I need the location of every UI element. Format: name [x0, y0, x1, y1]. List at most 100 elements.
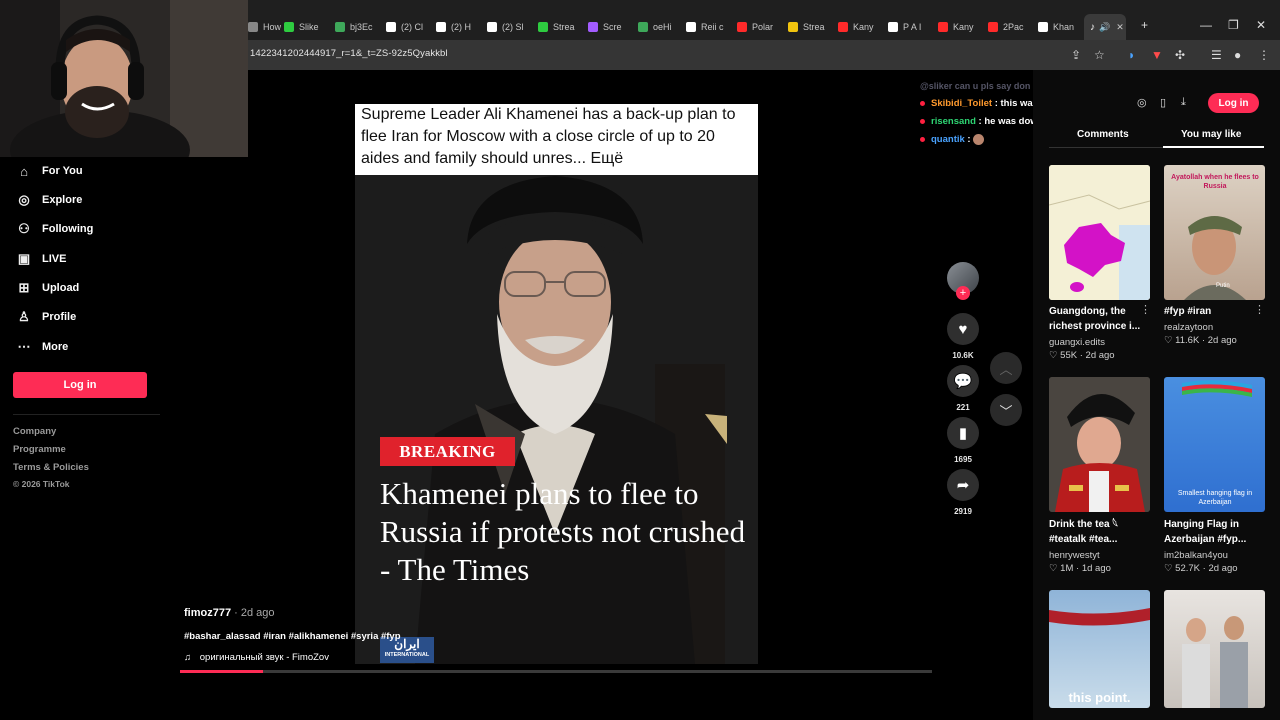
browser-tab[interactable]: P A I — [888, 18, 934, 36]
card-age: 2d ago — [1208, 563, 1238, 574]
sidebar-item-profile[interactable]: ♙ Profile — [16, 309, 76, 325]
browser-tab[interactable]: bj3Ec — [335, 18, 381, 36]
footer-link-company[interactable]: Company — [13, 426, 56, 437]
video-card-user[interactable]: realzaytoon — [1164, 322, 1213, 333]
browser-tab[interactable]: Kany — [838, 18, 884, 36]
share-arrow-icon[interactable]: ➦ — [947, 469, 979, 501]
video-card-thumbnail[interactable] — [1049, 377, 1150, 512]
video-card-title[interactable]: Hanging Flag in Azerbaijan #fyp... — [1164, 517, 1266, 547]
chevron-up-icon: ︿ — [999, 361, 1013, 377]
browser-tab[interactable]: Kany — [938, 18, 984, 36]
url-text[interactable]: 1422341202444917_r=1&_t=ZS-92z5Qyakkbl — [250, 48, 448, 59]
browser-tab[interactable]: (2) Cl — [386, 18, 432, 36]
sidebar-item-explore[interactable]: ◎ Explore — [16, 192, 82, 208]
comment-bubble-icon[interactable]: 💬 — [947, 365, 979, 397]
browser-tab[interactable]: Scre — [588, 18, 634, 36]
thumbnail-overlay-text: Smallest hanging flag in Azerbaijan — [1177, 490, 1253, 506]
close-window-button[interactable]: ✕ — [1256, 18, 1266, 32]
browser-tab[interactable]: 2Pac — [988, 18, 1034, 36]
more-options-icon[interactable]: ⋮ — [1254, 303, 1265, 316]
tab-comments[interactable]: Comments — [1077, 129, 1129, 140]
extension-icon[interactable]: ◗ — [1128, 48, 1135, 62]
download-icon[interactable]: ⤓ — [1181, 96, 1186, 109]
previous-video-button[interactable]: ︿ — [990, 352, 1022, 384]
bookmark-star-icon[interactable]: ☆ — [1094, 48, 1105, 62]
browser-tab[interactable]: Slike — [284, 18, 330, 36]
kebab-menu-icon[interactable]: ⋮ — [1258, 48, 1270, 62]
video-progress-bar[interactable] — [180, 670, 932, 673]
video-card-user[interactable]: guangxi.edits — [1049, 337, 1105, 348]
browser-tab[interactable]: Khan — [1038, 18, 1084, 36]
browser-tab-label: Scre — [603, 22, 622, 32]
comment-button[interactable]: 💬 221 — [946, 365, 980, 412]
browser-tab[interactable]: Strea — [538, 18, 584, 36]
sidebar-item-following[interactable]: ⚇ Following — [16, 221, 93, 237]
video-card-user[interactable]: henrywestyt — [1049, 550, 1100, 561]
address-bar[interactable]: 1422341202444917_r=1&_t=ZS-92z5Qyakkbl ⇪… — [248, 40, 1280, 70]
browser-tab[interactable]: Strea — [788, 18, 834, 36]
login-button[interactable]: Log in — [13, 372, 147, 398]
video-card-thumbnail[interactable]: Smallest hanging flag in Azerbaijan — [1164, 377, 1265, 512]
video-card-thumbnail[interactable] — [1164, 590, 1265, 708]
profile-avatar-icon[interactable]: ● — [1234, 48, 1241, 62]
tab-favicon-icon — [588, 22, 598, 32]
post-hashtags[interactable]: #bashar_alassad #iran #alikhamenei #syri… — [184, 631, 401, 642]
card-age: 2d ago — [1207, 335, 1237, 346]
install-icon[interactable]: ⇪ — [1071, 48, 1081, 62]
video-card-thumbnail[interactable]: this point. — [1049, 590, 1150, 708]
post-author[interactable]: fimoz777 · 2d ago — [184, 607, 275, 619]
minimize-button[interactable]: — — [1200, 18, 1212, 32]
live-dot-icon — [920, 100, 925, 106]
heart-outline-icon: ♡ — [1164, 335, 1173, 346]
next-video-button[interactable]: ﹀ — [990, 394, 1022, 426]
browser-tab-label: Khan — [1053, 22, 1075, 32]
video-card-thumbnail[interactable] — [1049, 165, 1150, 300]
heart-icon[interactable]: ♥ — [947, 313, 979, 345]
sidebar-item-upload[interactable]: ⊞ Upload — [16, 280, 80, 296]
bookmark-icon[interactable]: ▮ — [947, 417, 979, 449]
sidebar-item-label: More — [42, 341, 69, 353]
post-sound[interactable]: ♫ оригинальный звук - FimoZov — [184, 652, 329, 663]
author-username[interactable]: fimoz777 — [184, 607, 231, 619]
sidebar-item-live[interactable]: ▣ LIVE — [16, 251, 67, 267]
tab-you-may-like[interactable]: You may like — [1181, 129, 1241, 140]
close-tab-icon[interactable]: ✕ — [1116, 22, 1124, 33]
video-card-user[interactable]: im2balkan4you — [1164, 550, 1228, 561]
share-button[interactable]: ➦ 2919 — [946, 469, 980, 516]
browser-tab-label: Polar — [752, 22, 774, 32]
sidebar-item-for-you[interactable]: ⌂ For You — [16, 163, 82, 179]
maximize-button[interactable]: ❐ — [1228, 18, 1239, 32]
browser-tab-active[interactable]: ♪ 🔊 ✕ — [1084, 14, 1126, 40]
video-card-thumbnail[interactable]: Ayatollah when he flees to Russia Putin — [1164, 165, 1265, 300]
more-options-icon[interactable]: ⋮ — [1140, 303, 1151, 316]
creator-avatar[interactable]: + — [946, 262, 980, 300]
like-button[interactable]: ♥ 10.6K — [946, 313, 980, 360]
save-button[interactable]: ▮ 1695 — [946, 417, 980, 464]
video-card-title[interactable]: #fyp #iran — [1164, 304, 1266, 319]
extension-icon[interactable]: ▼ — [1151, 48, 1163, 62]
sound-label[interactable]: оригинальный звук - FimoZov — [200, 652, 329, 663]
sidebar-item-more[interactable]: ⋯ More — [16, 339, 69, 355]
menu-lines-icon[interactable]: ☰ — [1211, 48, 1222, 62]
like-count: 1M — [1060, 563, 1074, 574]
extensions-puzzle-icon[interactable]: ✣ — [1175, 48, 1185, 62]
follow-plus-icon[interactable]: + — [956, 286, 970, 300]
compass-icon[interactable]: ◎ — [1137, 96, 1147, 109]
tab-favicon-icon — [788, 22, 798, 32]
new-tab-button[interactable]: + — [1141, 18, 1148, 32]
browser-tab[interactable]: (2) H — [436, 18, 482, 36]
browser-tab[interactable]: Polar — [737, 18, 783, 36]
music-note-icon: ♫ — [184, 652, 192, 663]
browser-tab-label: How — [263, 22, 282, 32]
live-tv-icon: ▣ — [17, 251, 31, 266]
browser-tab[interactable]: oeHi — [638, 18, 684, 36]
browser-tab-label: P A I — [903, 22, 922, 32]
browser-tab[interactable]: (2) Sl — [487, 18, 533, 36]
footer-link-terms[interactable]: Terms & Policies — [13, 462, 89, 473]
video-card-title[interactable]: Drink the tea 𓆩 #teatalk #tea... — [1049, 517, 1151, 547]
footer-link-programme[interactable]: Programme — [13, 444, 66, 455]
video-card-title[interactable]: Guangdong, the richest province i... — [1049, 304, 1151, 334]
mobile-icon[interactable]: ▯ — [1160, 96, 1166, 109]
login-button[interactable]: Log in — [1208, 93, 1259, 113]
browser-tab[interactable]: Reii c — [686, 18, 732, 36]
